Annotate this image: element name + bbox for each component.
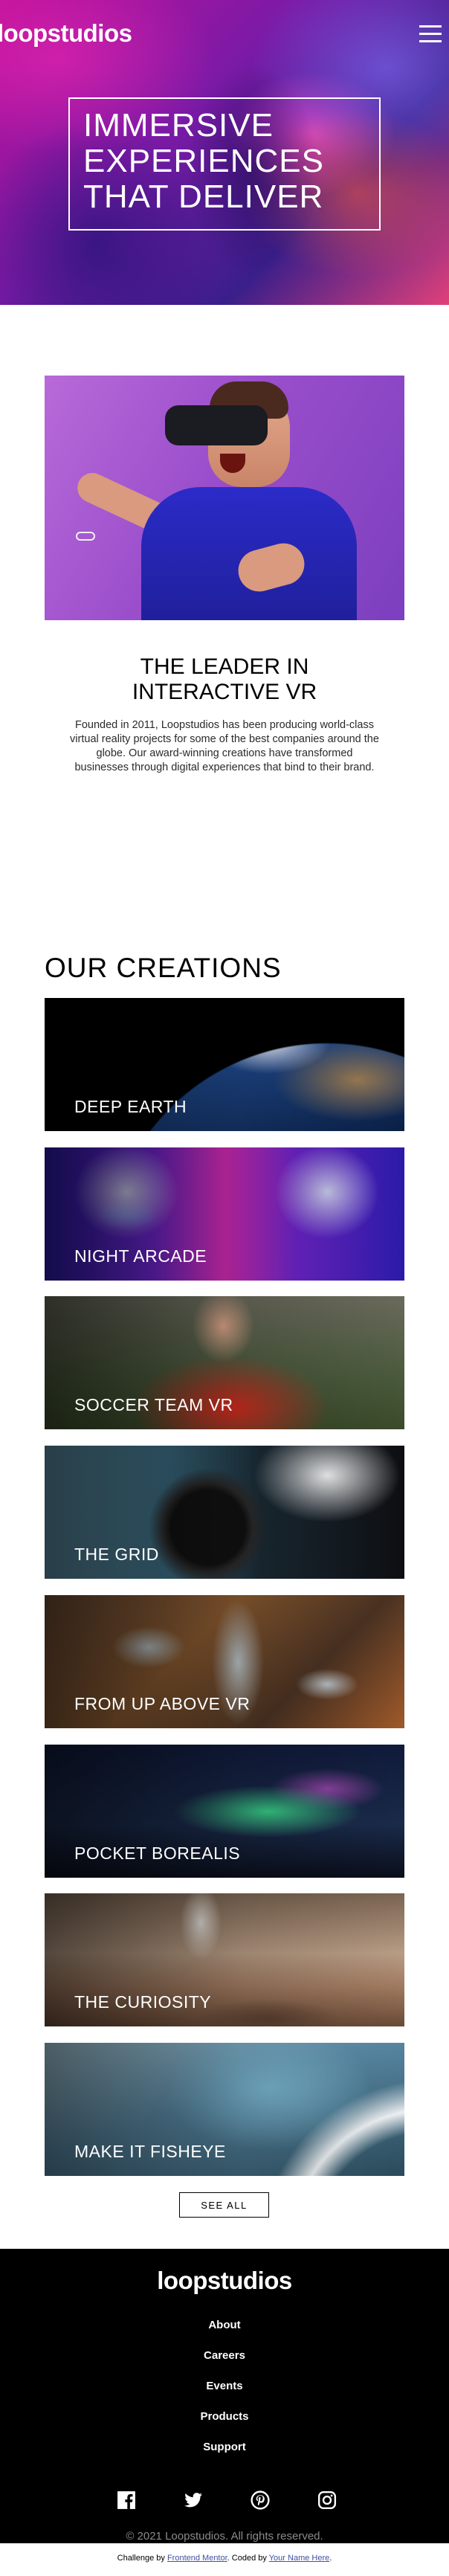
creation-card-label: Night arcade [74,1246,207,1266]
interactive-title: The leader in interactive VR [132,654,317,704]
hero-title: Immersive experiences that deliver [83,107,324,215]
interactive-section: The leader in interactive VR Founded in … [0,305,449,952]
site-footer: loopstudios About Careers Events Product… [0,2249,449,2543]
creation-card-the-grid[interactable]: The grid [45,1446,404,1579]
footer-link-about[interactable]: About [0,2319,449,2349]
footer-link-support[interactable]: Support [0,2441,449,2471]
creation-card-label: The grid [74,1545,159,1564]
hamburger-menu-icon[interactable] [419,25,442,43]
footer-nav: About Careers Events Products Support [0,2319,449,2471]
attribution-suffix: . [329,2554,332,2563]
site-header: loopstudios [0,16,449,54]
footer-link-events[interactable]: Events [0,2380,449,2410]
frontend-mentor-link[interactable]: Frontend Mentor [167,2554,227,2563]
creation-card-pocket-borealis[interactable]: Pocket borealis [45,1745,404,1878]
social-links [117,2490,340,2513]
creation-card-soccer-team-vr[interactable]: Soccer team VR [45,1296,404,1429]
hero-section: loopstudios Immersive experiences that d… [0,0,449,305]
creation-card-the-curiosity[interactable]: The curiosity [45,1893,404,2026]
creation-card-label: Make it fisheye [74,2142,226,2161]
attribution-prefix: Challenge by [117,2554,165,2563]
creation-card-label: The curiosity [74,1992,212,2012]
creation-card-label: From up above VR [74,1694,251,1713]
creation-card-label: Deep earth [74,1097,187,1116]
instagram-icon[interactable] [317,2490,337,2510]
attribution-middle: . Coded by [227,2554,267,2563]
copyright-text: © 2021 Loopstudios. All rights reserved. [126,2530,323,2543]
creations-section: OUR CREATIONS Deep earth Night arcade So… [0,952,449,2249]
footer-link-careers[interactable]: Careers [0,2349,449,2380]
creation-card-label: Pocket borealis [74,1844,241,1863]
creation-card-deep-earth[interactable]: Deep earth [45,998,404,1131]
pinterest-icon[interactable] [251,2490,270,2510]
creations-title: OUR CREATIONS [45,953,282,983]
footer-logo[interactable]: loopstudios [0,2267,449,2295]
creation-card-make-it-fisheye[interactable]: Make it fisheye [45,2043,404,2176]
footer-link-products[interactable]: Products [0,2410,449,2441]
creation-card-night-arcade[interactable]: Night arcade [45,1147,404,1281]
vr-person-image [45,376,404,620]
creation-card-from-up-above-vr[interactable]: From up above VR [45,1595,404,1728]
site-logo[interactable]: loopstudios [0,19,132,48]
facebook-icon[interactable] [117,2490,136,2510]
see-all-button[interactable]: SEE ALL [179,2192,269,2218]
hero-title-box: Immersive experiences that deliver [68,97,381,231]
creation-card-label: Soccer team VR [74,1395,233,1414]
twitter-icon[interactable] [184,2490,203,2510]
attribution: Challenge by Frontend Mentor. Coded by Y… [0,2543,449,2576]
interactive-description: Founded in 2011, Loopstudios has been pr… [70,719,379,773]
author-link[interactable]: Your Name Here [269,2554,330,2563]
